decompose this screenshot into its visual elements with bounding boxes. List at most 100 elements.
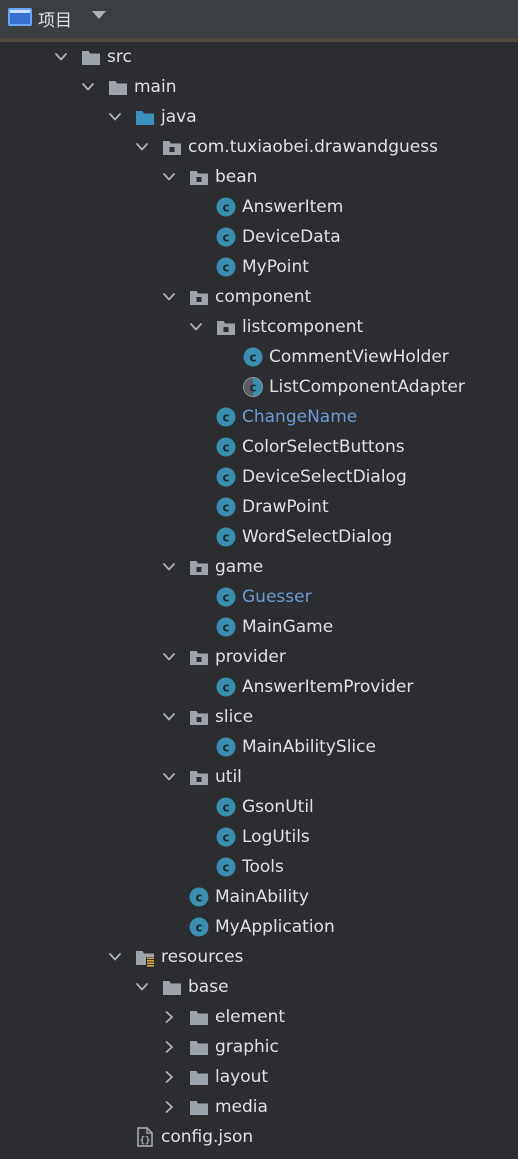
chevron-down-icon[interactable] — [135, 979, 149, 993]
project-window-icon — [8, 8, 32, 26]
tree-row[interactable]: c Guesser — [0, 582, 518, 612]
folder-icon — [161, 976, 183, 998]
class-icon: c — [215, 586, 237, 608]
tree-row[interactable]: c DeviceSelectDialog — [0, 462, 518, 492]
chevron-right-icon[interactable] — [162, 1069, 176, 1083]
tree-item-label: element — [215, 1007, 286, 1027]
tree-row[interactable]: c MainGame — [0, 612, 518, 642]
chevron-down-icon[interactable] — [189, 319, 203, 333]
tree-item-label: Guesser — [242, 587, 312, 607]
tree-item-label: LogUtils — [242, 827, 310, 847]
tree-row[interactable]: listcomponent — [0, 312, 518, 342]
tree-row[interactable]: c AnswerItemProvider — [0, 672, 518, 702]
class-icon: c — [215, 796, 237, 818]
tree-row[interactable]: c MainAbility — [0, 882, 518, 912]
folder-icon — [107, 76, 129, 98]
tree-item-label: bean — [215, 167, 258, 187]
svg-text:c: c — [222, 411, 229, 425]
project-view-title[interactable]: 项目 — [38, 6, 72, 31]
tree-row[interactable]: c Tools — [0, 852, 518, 882]
chevron-down-icon[interactable] — [162, 169, 176, 183]
tree-row[interactable]: c LogUtils — [0, 822, 518, 852]
tree-item-label: component — [215, 287, 312, 307]
tree-row[interactable]: base — [0, 972, 518, 1002]
tree-item-label: MainAbilitySlice — [242, 737, 376, 757]
tree-row[interactable]: c MyPoint — [0, 252, 518, 282]
class-icon: c — [188, 886, 210, 908]
svg-text:c: c — [222, 621, 229, 635]
chevron-down-icon[interactable] — [162, 769, 176, 783]
tree-row[interactable]: bean — [0, 162, 518, 192]
tree-item-label: AnswerItem — [242, 197, 344, 217]
class-icon: c — [215, 736, 237, 758]
chevron-down-icon[interactable] — [54, 49, 68, 63]
chevron-down-icon[interactable] — [81, 79, 95, 93]
tree-item-label: GsonUtil — [242, 797, 314, 817]
chevron-down-icon[interactable] — [162, 649, 176, 663]
chevron-down-icon[interactable] — [162, 559, 176, 573]
tree-row[interactable]: slice — [0, 702, 518, 732]
tree-row[interactable]: c ColorSelectButtons — [0, 432, 518, 462]
tree-item-label: Tools — [242, 857, 284, 877]
source-folder-icon — [134, 106, 156, 128]
package-icon — [215, 316, 237, 338]
package-icon — [188, 286, 210, 308]
chevron-down-icon[interactable] — [135, 139, 149, 153]
chevron-right-icon[interactable] — [162, 1039, 176, 1053]
svg-text:c: c — [222, 801, 229, 815]
tree-item-label: DrawPoint — [242, 497, 329, 517]
tree-row[interactable]: resources — [0, 942, 518, 972]
tree-row[interactable]: com.tuxiaobei.drawandguess — [0, 132, 518, 162]
tree-row[interactable]: main — [0, 72, 518, 102]
tree-item-label: layout — [215, 1067, 269, 1087]
folder-icon — [188, 1096, 210, 1118]
class-icon: c — [188, 916, 210, 938]
tree-row[interactable]: c MyApplication — [0, 912, 518, 942]
chevron-right-icon[interactable] — [162, 1099, 176, 1113]
svg-text:c: c — [222, 471, 229, 485]
class-icon: c — [215, 616, 237, 638]
tree-row[interactable]: java — [0, 102, 518, 132]
tree-row[interactable]: util — [0, 762, 518, 792]
tree-row[interactable]: c DeviceData — [0, 222, 518, 252]
tree-item-label: ListComponentAdapter — [269, 377, 465, 397]
tree-row[interactable]: c GsonUtil — [0, 792, 518, 822]
tree-row[interactable]: c MainAbilitySlice — [0, 732, 518, 762]
folder-icon — [188, 1066, 210, 1088]
tree-row[interactable]: {} config.json — [0, 1122, 518, 1152]
tree-row[interactable]: component — [0, 282, 518, 312]
svg-text:c: c — [195, 921, 202, 935]
tree-row[interactable]: game — [0, 552, 518, 582]
class-icon: c — [215, 196, 237, 218]
package-icon — [188, 646, 210, 668]
chevron-down-icon[interactable] — [92, 11, 106, 19]
tree-row[interactable]: c AnswerItem — [0, 192, 518, 222]
svg-text:c: c — [222, 741, 229, 755]
svg-text:c: c — [222, 501, 229, 515]
tree-item-label: MainGame — [242, 617, 334, 637]
chevron-down-icon[interactable] — [162, 289, 176, 303]
svg-text:c: c — [249, 351, 256, 365]
tree-row[interactable]: element — [0, 1002, 518, 1032]
tree-row[interactable]: src — [0, 42, 518, 72]
tree-row[interactable]: c DrawPoint — [0, 492, 518, 522]
tree-row[interactable]: provider — [0, 642, 518, 672]
class-icon: c — [215, 406, 237, 428]
tree-row[interactable]: media — [0, 1092, 518, 1122]
tree-item-label: main — [134, 77, 177, 97]
tree-row[interactable]: graphic — [0, 1032, 518, 1062]
tree-row[interactable]: c ListComponentAdapter — [0, 372, 518, 402]
chevron-down-icon[interactable] — [108, 949, 122, 963]
chevron-down-icon[interactable] — [108, 109, 122, 123]
chevron-right-icon[interactable] — [162, 1009, 176, 1023]
folder-icon — [188, 1036, 210, 1058]
tree-row[interactable]: layout — [0, 1062, 518, 1092]
tree-row[interactable]: c CommentViewHolder — [0, 342, 518, 372]
chevron-down-icon[interactable] — [162, 709, 176, 723]
tree-row[interactable]: c WordSelectDialog — [0, 522, 518, 552]
tree-row[interactable]: c ChangeName — [0, 402, 518, 432]
tree-item-label: MyPoint — [242, 257, 309, 277]
class-icon: c — [242, 346, 264, 368]
tree-item-label: base — [188, 977, 229, 997]
class-icon: c — [215, 256, 237, 278]
